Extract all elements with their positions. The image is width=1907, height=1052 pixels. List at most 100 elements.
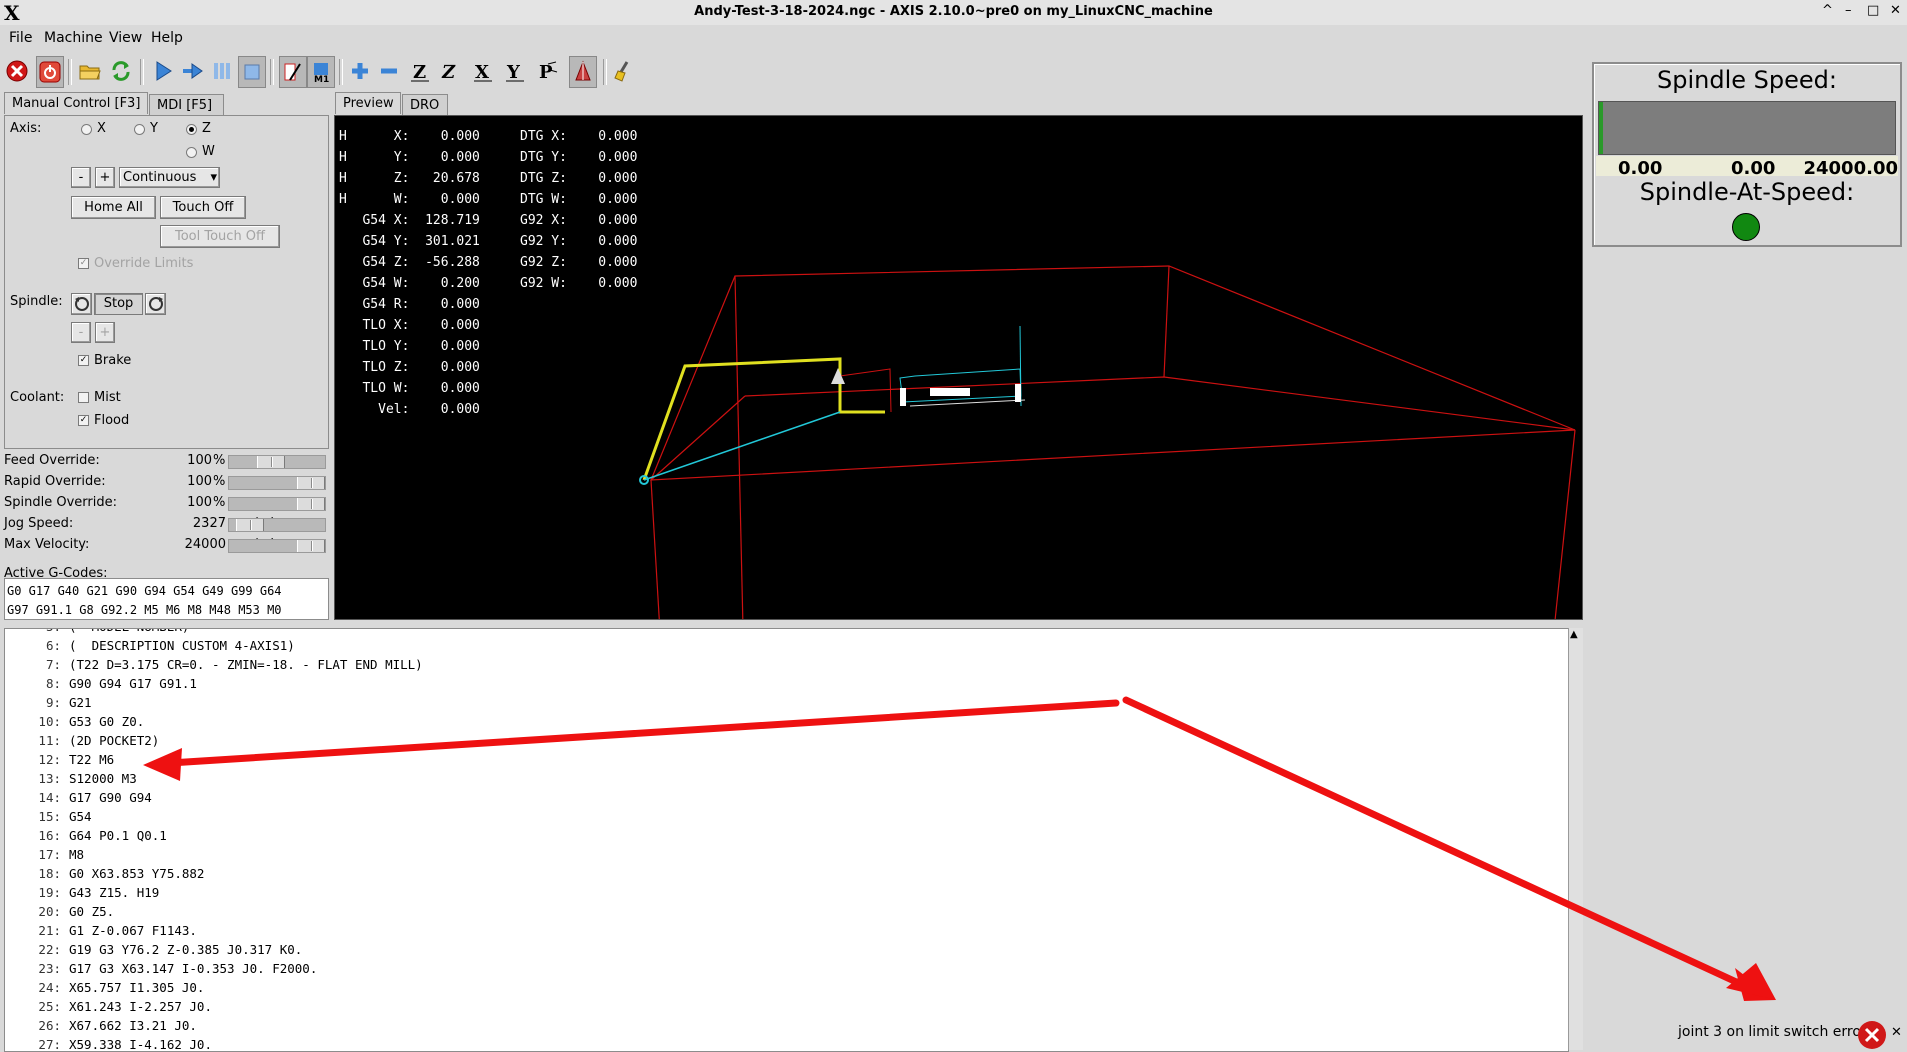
gcode-line[interactable]: 18: G0 X63.853 Y75.882 bbox=[5, 866, 204, 885]
title-bar[interactable]: X Andy-Test-3-18-2024.ngc - AXIS 2.10.0~… bbox=[0, 0, 1907, 26]
window-maximize-button[interactable]: □ bbox=[1867, 3, 1879, 18]
override-slider[interactable] bbox=[228, 539, 326, 553]
slider-thumb[interactable] bbox=[236, 519, 264, 531]
axis-radio-w[interactable] bbox=[186, 147, 197, 158]
gcode-line[interactable]: 17: M8 bbox=[5, 847, 84, 866]
rotate-view-icon[interactable] bbox=[569, 56, 597, 88]
gcode-line[interactable]: 25: X61.243 I-2.257 J0. bbox=[5, 999, 212, 1018]
mist-checkbox[interactable] bbox=[78, 392, 89, 403]
optional-stop-icon[interactable]: M1 bbox=[307, 56, 335, 88]
slider-thumb[interactable] bbox=[297, 477, 325, 489]
gcode-line[interactable]: 13: S12000 M3 bbox=[5, 771, 136, 790]
slider-thumb[interactable] bbox=[297, 540, 325, 552]
line-text: G0 X63.853 Y75.882 bbox=[69, 866, 205, 881]
coolant-label: Coolant: bbox=[10, 390, 65, 405]
line-text: ( MODEL NUMBER) bbox=[69, 629, 189, 634]
view-y-icon[interactable]: Y bbox=[502, 56, 528, 86]
override-slider[interactable] bbox=[228, 497, 326, 511]
view-x-icon[interactable]: X bbox=[470, 56, 496, 86]
jog-minus-button[interactable]: - bbox=[71, 167, 91, 188]
dismiss-notification-button[interactable]: ✕ bbox=[1891, 1025, 1902, 1040]
gcode-line[interactable]: 22: G19 G3 Y76.2 Z-0.385 J0.317 K0. bbox=[5, 942, 302, 961]
window-shade-button[interactable]: ^ bbox=[1822, 3, 1833, 18]
window-close-button[interactable]: ✕ bbox=[1890, 3, 1901, 18]
gcode-line[interactable]: 8: G90 G94 G17 G91.1 bbox=[5, 676, 197, 695]
clear-plot-icon[interactable] bbox=[611, 56, 637, 86]
gcode-line[interactable]: 7: (T22 D=3.175 CR=0. - ZMIN=-18. - FLAT … bbox=[5, 657, 423, 676]
tab-preview[interactable]: Preview bbox=[335, 92, 401, 114]
machine-power-icon[interactable] bbox=[36, 56, 64, 88]
gcode-line[interactable]: 23: G17 G3 X63.147 I-0.353 J0. F2000. bbox=[5, 961, 317, 980]
spindle-faster-button[interactable]: + bbox=[95, 322, 115, 343]
zoom-out-icon[interactable] bbox=[376, 56, 402, 86]
window-minimize-button[interactable]: – bbox=[1845, 3, 1852, 18]
open-file-icon[interactable] bbox=[77, 56, 103, 86]
gcode-line[interactable]: 9: G21 bbox=[5, 695, 92, 714]
override-slider[interactable] bbox=[228, 518, 326, 532]
axis-radio-y[interactable] bbox=[134, 124, 145, 135]
spindle-ccw-button[interactable] bbox=[71, 293, 92, 315]
gcode-line[interactable]: 20: G0 Z5. bbox=[5, 904, 114, 923]
axis-radio-z[interactable] bbox=[186, 124, 197, 135]
gcode-line[interactable]: 6: ( DESCRIPTION CUSTOM 4-AXIS1) bbox=[5, 638, 295, 657]
slider-thumb[interactable] bbox=[257, 456, 285, 468]
reload-icon[interactable] bbox=[108, 56, 134, 86]
scroll-up-icon[interactable]: ▲ bbox=[1570, 629, 1578, 640]
line-text: G19 G3 Y76.2 Z-0.385 J0.317 K0. bbox=[69, 942, 303, 957]
axis-radio-x[interactable] bbox=[81, 124, 92, 135]
gcode-line[interactable]: 19: G43 Z15. H19 bbox=[5, 885, 159, 904]
run-icon[interactable] bbox=[150, 56, 176, 86]
home-all-button[interactable]: Home All bbox=[71, 196, 156, 219]
step-icon[interactable] bbox=[180, 56, 206, 86]
line-text: G54 bbox=[69, 809, 92, 824]
jog-plus-button[interactable]: + bbox=[95, 167, 115, 188]
view-p-icon[interactable]: P bbox=[534, 56, 560, 86]
gcode-line[interactable]: 21: G1 Z-0.067 F1143. bbox=[5, 923, 197, 942]
stop-icon[interactable] bbox=[238, 56, 266, 88]
gcode-line[interactable]: 5: ( MODEL NUMBER) bbox=[5, 629, 189, 638]
preview-canvas[interactable]: H X: 0.000 H Y: 0.000 H Z: 20.678 H W: 0.00… bbox=[334, 115, 1583, 620]
gcode-line[interactable]: 11: (2D POCKET2) bbox=[5, 733, 159, 752]
svg-text:M1: M1 bbox=[314, 75, 329, 83]
override-slider[interactable] bbox=[228, 476, 326, 490]
zoom-in-icon[interactable] bbox=[347, 56, 373, 86]
flood-checkbox[interactable]: ✓ bbox=[78, 415, 89, 426]
brake-checkbox[interactable]: ✓ bbox=[78, 355, 89, 366]
tab-mdi[interactable]: MDI [F5] bbox=[149, 94, 224, 116]
menu-help[interactable]: Help bbox=[151, 30, 183, 46]
gcode-line[interactable]: 16: G64 P0.1 Q0.1 bbox=[5, 828, 166, 847]
spindle-slower-button[interactable]: - bbox=[71, 322, 91, 343]
slider-thumb[interactable] bbox=[297, 498, 325, 510]
gcode-line[interactable]: 26: X67.662 I3.21 J0. bbox=[5, 1018, 197, 1037]
menu-file[interactable]: File bbox=[9, 30, 32, 46]
pause-icon[interactable] bbox=[209, 56, 235, 86]
gcode-line[interactable]: 12: T22 M6 bbox=[5, 752, 114, 771]
gcode-line[interactable]: 10: G53 G0 Z0. bbox=[5, 714, 144, 733]
line-text: (2D POCKET2) bbox=[69, 733, 160, 748]
line-number: 16: bbox=[38, 828, 61, 843]
view-z-icon[interactable]: Z bbox=[407, 56, 433, 86]
line-number: 10: bbox=[38, 714, 61, 729]
menu-view[interactable]: View bbox=[109, 30, 142, 46]
tool-touch-off-button[interactable]: Tool Touch Off bbox=[160, 225, 280, 248]
override-slider[interactable] bbox=[228, 455, 326, 469]
gcode-listing[interactable]: 5: ( MODEL NUMBER) 6: ( DESCRIPTION CUSTOM … bbox=[4, 628, 1569, 1052]
status-notification: joint 3 on limit switch error ✕ bbox=[1585, 1020, 1907, 1050]
override-value: 24000 bbox=[184, 537, 226, 552]
gcode-line[interactable]: 14: G17 G90 G94 bbox=[5, 790, 151, 809]
jog-mode-select[interactable]: Continuous ▾ bbox=[119, 167, 220, 188]
tab-manual-control[interactable]: Manual Control [F3] bbox=[4, 92, 148, 114]
spindle-stop-button[interactable]: Stop bbox=[94, 293, 143, 315]
touch-off-button[interactable]: Touch Off bbox=[160, 196, 246, 219]
menu-machine[interactable]: Machine bbox=[44, 30, 103, 46]
override-limits-checkbox[interactable]: ✓ bbox=[78, 258, 89, 269]
gcode-scrollbar[interactable]: ▲ bbox=[1568, 628, 1583, 1050]
gcode-line[interactable]: 24: X65.757 I1.305 J0. bbox=[5, 980, 204, 999]
tab-dro[interactable]: DRO bbox=[402, 94, 448, 116]
estop-icon[interactable] bbox=[4, 56, 30, 86]
view-z2-icon[interactable]: Z bbox=[438, 56, 464, 86]
line-text: G1 Z-0.067 F1143. bbox=[69, 923, 197, 938]
gcode-line[interactable]: 15: G54 bbox=[5, 809, 92, 828]
block-delete-icon[interactable] bbox=[279, 56, 307, 88]
spindle-cw-button[interactable] bbox=[145, 293, 166, 315]
